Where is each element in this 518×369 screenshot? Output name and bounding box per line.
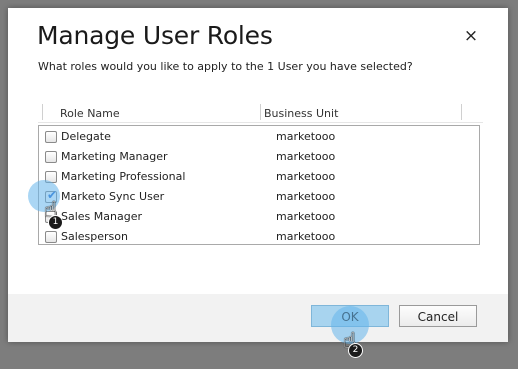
business-unit: marketooo [276,170,336,183]
business-unit: marketooo [276,210,336,223]
role-checkbox[interactable] [45,151,57,163]
role-name: Sales Manager [61,210,142,223]
role-name: Marketing Professional [61,170,186,183]
list-item[interactable]: Salesperson marketooo [39,227,479,247]
business-unit: marketooo [276,230,336,243]
column-header-role-name[interactable]: Role Name [60,107,120,120]
column-separator[interactable] [260,104,261,120]
role-name: Marketo Sync User [61,190,165,203]
close-icon[interactable]: × [463,28,479,45]
role-checkbox[interactable] [45,231,57,243]
dialog-subtitle: What roles would you like to apply to th… [38,60,413,73]
role-name: Salesperson [61,230,128,243]
manage-user-roles-dialog: Manage User Roles × What roles would you… [8,8,508,342]
header-divider [38,122,483,123]
roles-list: Delegate marketooo Marketing Manager mar… [38,125,480,245]
column-separator [461,104,462,120]
column-header-business-unit[interactable]: Business Unit [264,107,338,120]
step-badge: 1 [48,215,63,230]
role-name: Marketing Manager [61,150,168,163]
role-name: Delegate [61,130,111,143]
list-item[interactable]: Delegate marketooo [39,127,479,147]
list-item[interactable]: ✔ Marketo Sync User marketooo [39,187,479,207]
role-checkbox[interactable] [45,131,57,143]
business-unit: marketooo [276,130,336,143]
list-item[interactable]: Sales Manager marketooo [39,207,479,227]
step-badge: 2 [348,343,363,358]
column-separator [42,104,43,120]
dialog-title: Manage User Roles [37,21,273,50]
business-unit: marketooo [276,190,336,203]
business-unit: marketooo [276,150,336,163]
list-item[interactable]: Marketing Professional marketooo [39,167,479,187]
cancel-button[interactable]: Cancel [399,305,477,327]
list-item[interactable]: Marketing Manager marketooo [39,147,479,167]
